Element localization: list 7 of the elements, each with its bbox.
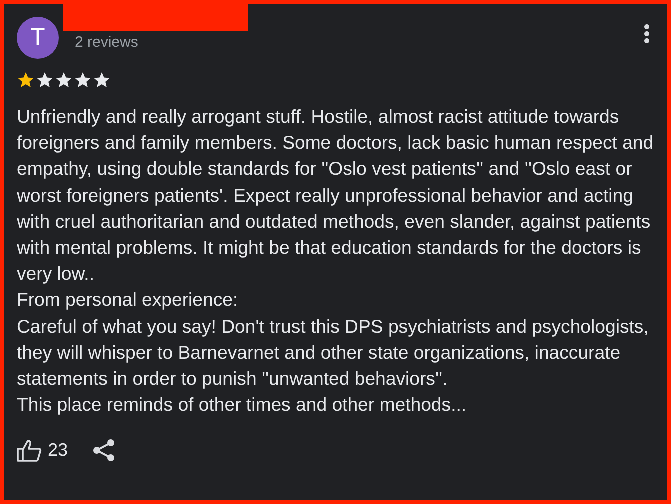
avatar[interactable]: T: [17, 17, 59, 59]
like-count: 23: [48, 440, 68, 462]
share-icon[interactable]: [93, 439, 116, 462]
review-count: 2 reviews: [75, 34, 138, 50]
thumbs-up-icon[interactable]: [17, 440, 42, 462]
more-options-icon[interactable]: [644, 24, 650, 44]
review-text: Unfriendly and really arrogant stuff. Hostile, almost racist attitude towards foreigners and family members. Some doctors, lack basic human respect and empathy, using double standards for ''Oslo vest patients'' and ''Oslo east or worst foreigners patients'. Expect really unprofessional behavior and acting with cruel authoritarian and outdated methods, even slander, against patients with mental problems. It might be that education standards for the doctors is very low.. From personal experience: Careful of what you say! Don't trust this DPS psychiatrists and psychologists, they will whisper to Barnevarnet and other state organizations, inaccurate statements in order to punish ''unwanted behaviors''. This place reminds of other times and other methods...: [17, 105, 655, 418]
